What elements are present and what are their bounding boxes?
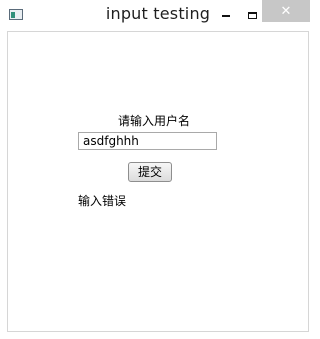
submit-button[interactable]: 提交 bbox=[128, 162, 172, 182]
error-message: 输入错误 bbox=[78, 194, 127, 208]
app-window: input testing ✕ 请输入用户名 提交 输入错误 bbox=[0, 0, 316, 339]
username-input[interactable] bbox=[78, 132, 217, 150]
title-bar[interactable]: input testing ✕ bbox=[0, 0, 316, 30]
close-button[interactable]: ✕ bbox=[262, 0, 310, 22]
username-prompt-label: 请输入用户名 bbox=[118, 114, 191, 128]
minimize-icon bbox=[222, 15, 230, 17]
close-icon: ✕ bbox=[280, 3, 292, 19]
maximize-icon bbox=[247, 11, 257, 19]
minimize-button[interactable] bbox=[214, 6, 238, 24]
maximize-button[interactable] bbox=[240, 6, 264, 24]
